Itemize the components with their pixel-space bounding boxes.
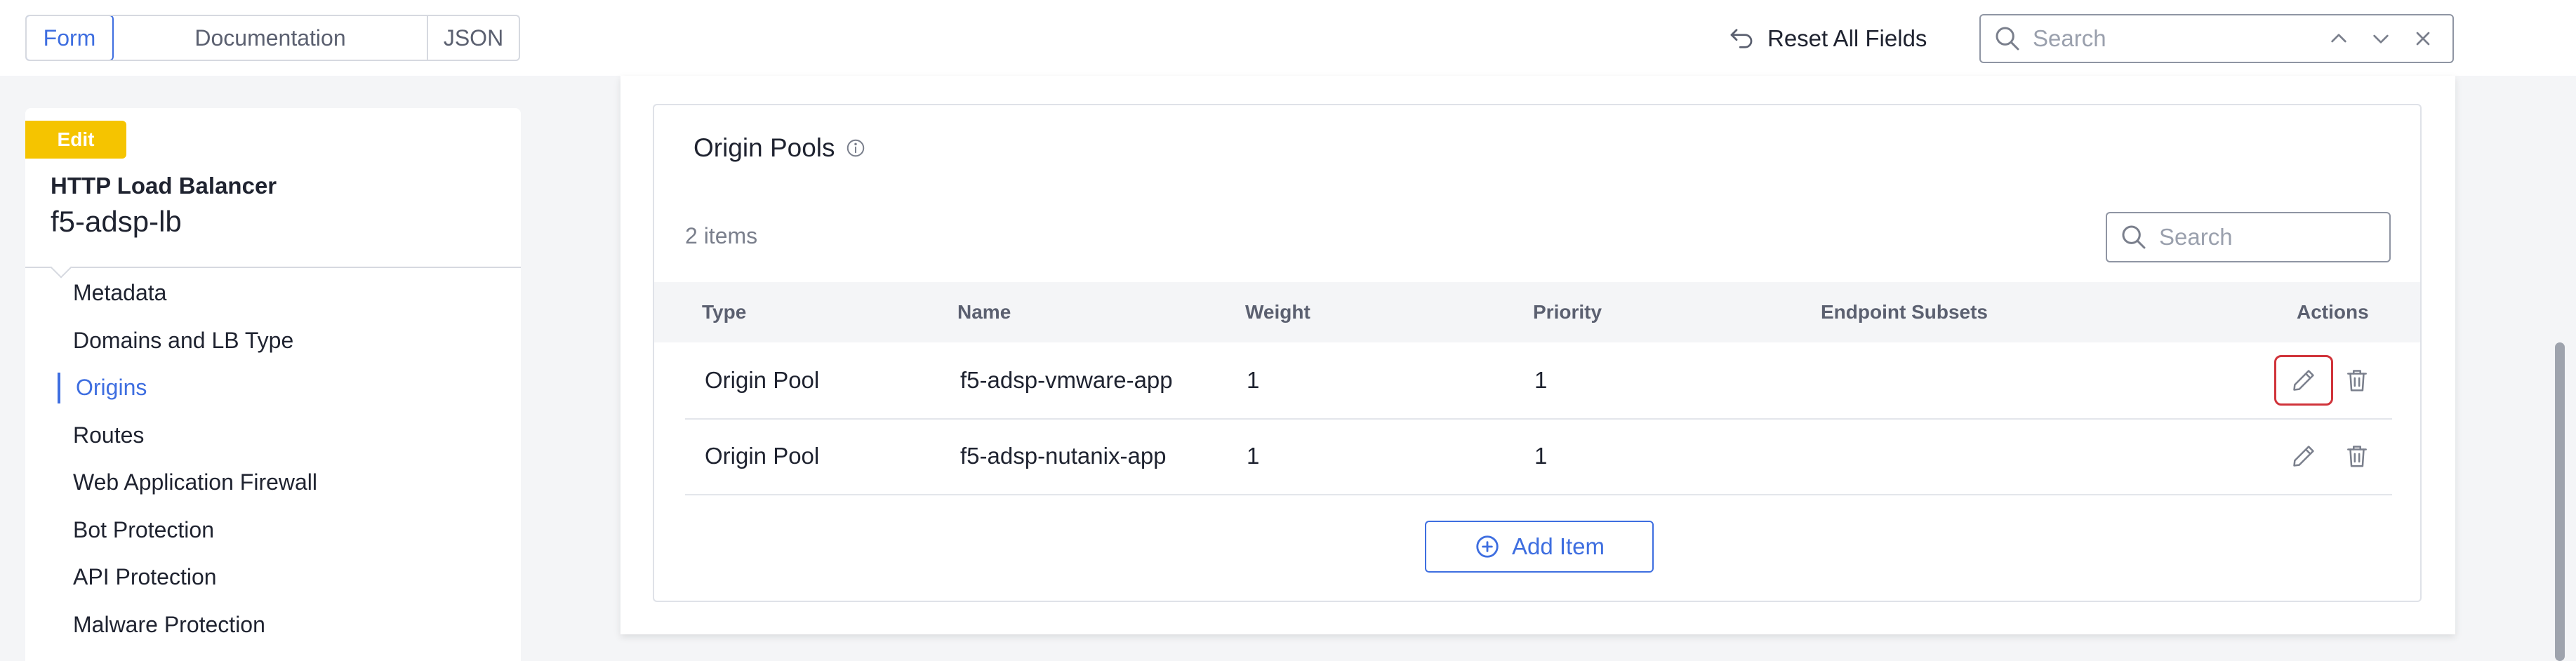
nav-item-malware-protection[interactable]: Malware Protection xyxy=(25,601,521,649)
form-search-input[interactable] xyxy=(2031,25,2308,53)
delete-button[interactable] xyxy=(2336,435,2378,477)
chevron-up-icon[interactable] xyxy=(2328,27,2350,50)
undo-icon xyxy=(1730,29,1753,48)
sidebar-divider xyxy=(25,267,521,268)
top-bar: Form Documentation JSON Reset All Fields xyxy=(0,0,2576,76)
column-header-name: Name xyxy=(957,301,1011,323)
edit-button[interactable] xyxy=(2274,355,2333,406)
plus-circle-icon xyxy=(1476,535,1499,558)
delete-button[interactable] xyxy=(2336,359,2378,401)
view-toggle: Form Documentation JSON xyxy=(25,15,520,61)
tab-form[interactable]: Form xyxy=(27,16,114,60)
edit-button[interactable] xyxy=(2283,435,2325,477)
pencil-icon xyxy=(2293,370,2314,391)
nav-item-origins[interactable]: Origins xyxy=(25,364,521,412)
cell-name: f5-adsp-vmware-app xyxy=(960,367,1173,393)
nav-item-domains-and-lb-type[interactable]: Domains and LB Type xyxy=(25,317,521,365)
add-item-label: Add Item xyxy=(1511,533,1605,559)
tab-documentation[interactable]: Documentation xyxy=(114,16,428,60)
nav-item-web-application-firewall[interactable]: Web Application Firewall xyxy=(25,459,521,507)
nav-item-bot-protection[interactable]: Bot Protection xyxy=(25,507,521,554)
item-count: 2 items xyxy=(685,223,758,248)
form-sidebar: Edit HTTP Load Balancer f5-adsp-lb Metad… xyxy=(25,108,521,661)
scrollbar-thumb[interactable] xyxy=(2555,342,2565,661)
table-search xyxy=(2106,212,2391,262)
trash-icon xyxy=(2347,370,2367,392)
search-icon xyxy=(2122,225,2146,249)
origin-pools-title: Origin Pools xyxy=(693,133,866,163)
tab-json[interactable]: JSON xyxy=(428,16,519,60)
section-nav: Metadata Domains and LB Type Origins Rou… xyxy=(25,269,521,648)
column-header-weight: Weight xyxy=(1245,301,1310,323)
edit-badge: Edit xyxy=(25,121,126,159)
column-header-actions: Actions xyxy=(2297,301,2369,323)
table-search-input[interactable] xyxy=(2158,223,2371,251)
table-row: Origin Pool f5-adsp-nutanix-app 1 1 xyxy=(685,418,2392,495)
cell-type: Origin Pool xyxy=(705,443,820,469)
origin-pools-title-text: Origin Pools xyxy=(693,133,835,162)
object-type: HTTP Load Balancer xyxy=(51,173,277,199)
column-header-type: Type xyxy=(702,301,747,323)
reset-all-fields-button[interactable]: Reset All Fields xyxy=(1727,15,1927,62)
cell-type: Origin Pool xyxy=(705,367,820,393)
chevron-down-icon[interactable] xyxy=(2370,27,2392,50)
column-header-endpoint-subsets: Endpoint Subsets xyxy=(1821,301,1988,323)
reset-all-fields-label: Reset All Fields xyxy=(1767,25,1927,51)
nav-item-routes[interactable]: Routes xyxy=(25,412,521,460)
add-item-button[interactable]: Add Item xyxy=(1425,521,1654,573)
cell-name: f5-adsp-nutanix-app xyxy=(960,443,1167,469)
form-content: Origin Pools 2 items Type Name Weight Pr… xyxy=(620,76,2455,634)
cell-weight: 1 xyxy=(1247,443,1260,469)
table-header: Type Name Weight Priority Endpoint Subse… xyxy=(654,282,2420,342)
info-icon[interactable] xyxy=(845,138,866,159)
origin-pools-section: Origin Pools 2 items Type Name Weight Pr… xyxy=(653,104,2422,602)
search-icon xyxy=(1996,27,2019,51)
cell-priority: 1 xyxy=(1534,443,1548,469)
cell-weight: 1 xyxy=(1247,367,1260,393)
pencil-icon xyxy=(2293,446,2314,467)
trash-icon xyxy=(2347,446,2367,467)
column-header-priority: Priority xyxy=(1533,301,1602,323)
nav-item-api-protection[interactable]: API Protection xyxy=(25,554,521,601)
table-row: Origin Pool f5-adsp-vmware-app 1 1 xyxy=(685,342,2392,420)
cell-priority: 1 xyxy=(1534,367,1548,393)
nav-item-metadata[interactable]: Metadata xyxy=(25,269,521,317)
form-search xyxy=(1979,14,2454,63)
close-icon[interactable] xyxy=(2412,27,2434,50)
object-name: f5-adsp-lb xyxy=(51,205,182,238)
